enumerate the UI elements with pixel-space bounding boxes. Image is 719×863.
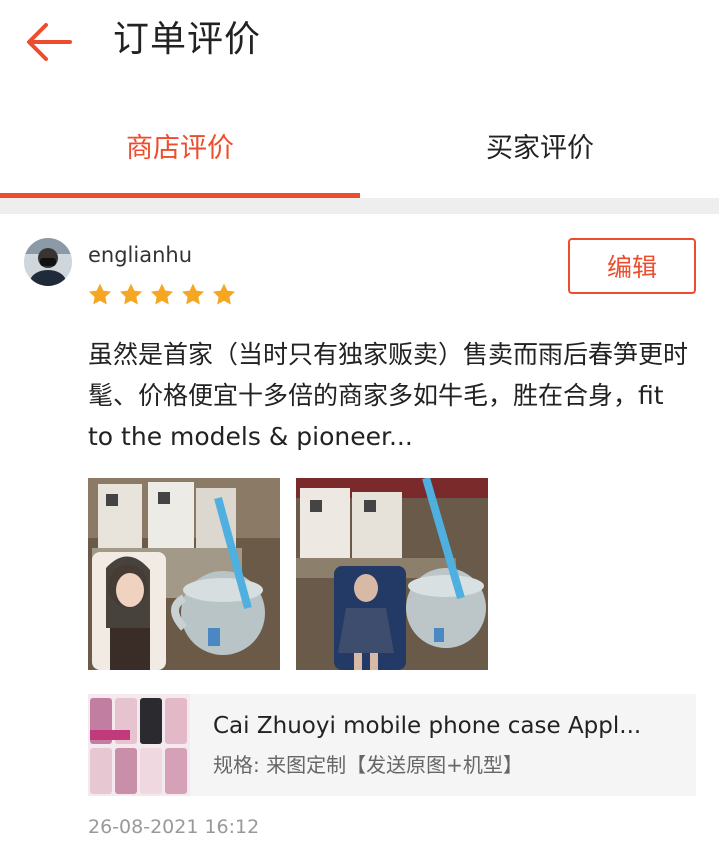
product-card[interactable]: Cai Zhuoyi mobile phone case Appl... 规格:…	[88, 694, 696, 796]
star-icon	[212, 283, 236, 305]
edit-button[interactable]: 编辑	[568, 238, 696, 294]
avatar[interactable]	[24, 238, 72, 286]
page-title: 订单评价	[113, 19, 262, 60]
tab-shop-review[interactable]: 商店评价	[0, 112, 360, 198]
tab-label: 商店评价	[126, 133, 234, 164]
product-name: Cai Zhuoyi mobile phone case Appl...	[213, 713, 642, 739]
tab-buyer-review[interactable]: 买家评价	[360, 112, 719, 198]
star-icon	[88, 283, 112, 305]
username: englianhu	[88, 243, 193, 267]
review-photo[interactable]	[88, 478, 280, 670]
star-rating	[87, 282, 237, 312]
app-header: 订单评价	[0, 0, 719, 90]
tab-label: 买家评价	[486, 133, 594, 164]
star-icon	[181, 283, 205, 305]
star-icon	[150, 283, 174, 305]
review-item: englianhu 编辑 虽然是首家（当时只有独家贩卖）售卖而雨后春笋更时髦、价…	[0, 214, 719, 863]
section-divider	[0, 198, 719, 214]
back-button[interactable]	[22, 20, 74, 64]
product-thumbnail	[88, 694, 190, 796]
review-comment: 虽然是首家（当时只有独家贩卖）售卖而雨后春笋更时髦、价格便宜十多倍的商家多如牛毛…	[88, 340, 689, 451]
review-tabs: 商店评价 买家评价	[0, 112, 719, 198]
review-timestamp: 26-08-2021 16:12	[88, 816, 260, 838]
product-variant: 规格: 来图定制【发送原图+机型】	[213, 753, 523, 777]
arrow-left-icon	[27, 23, 72, 61]
star-icon	[119, 283, 143, 305]
review-photo[interactable]	[296, 478, 488, 670]
